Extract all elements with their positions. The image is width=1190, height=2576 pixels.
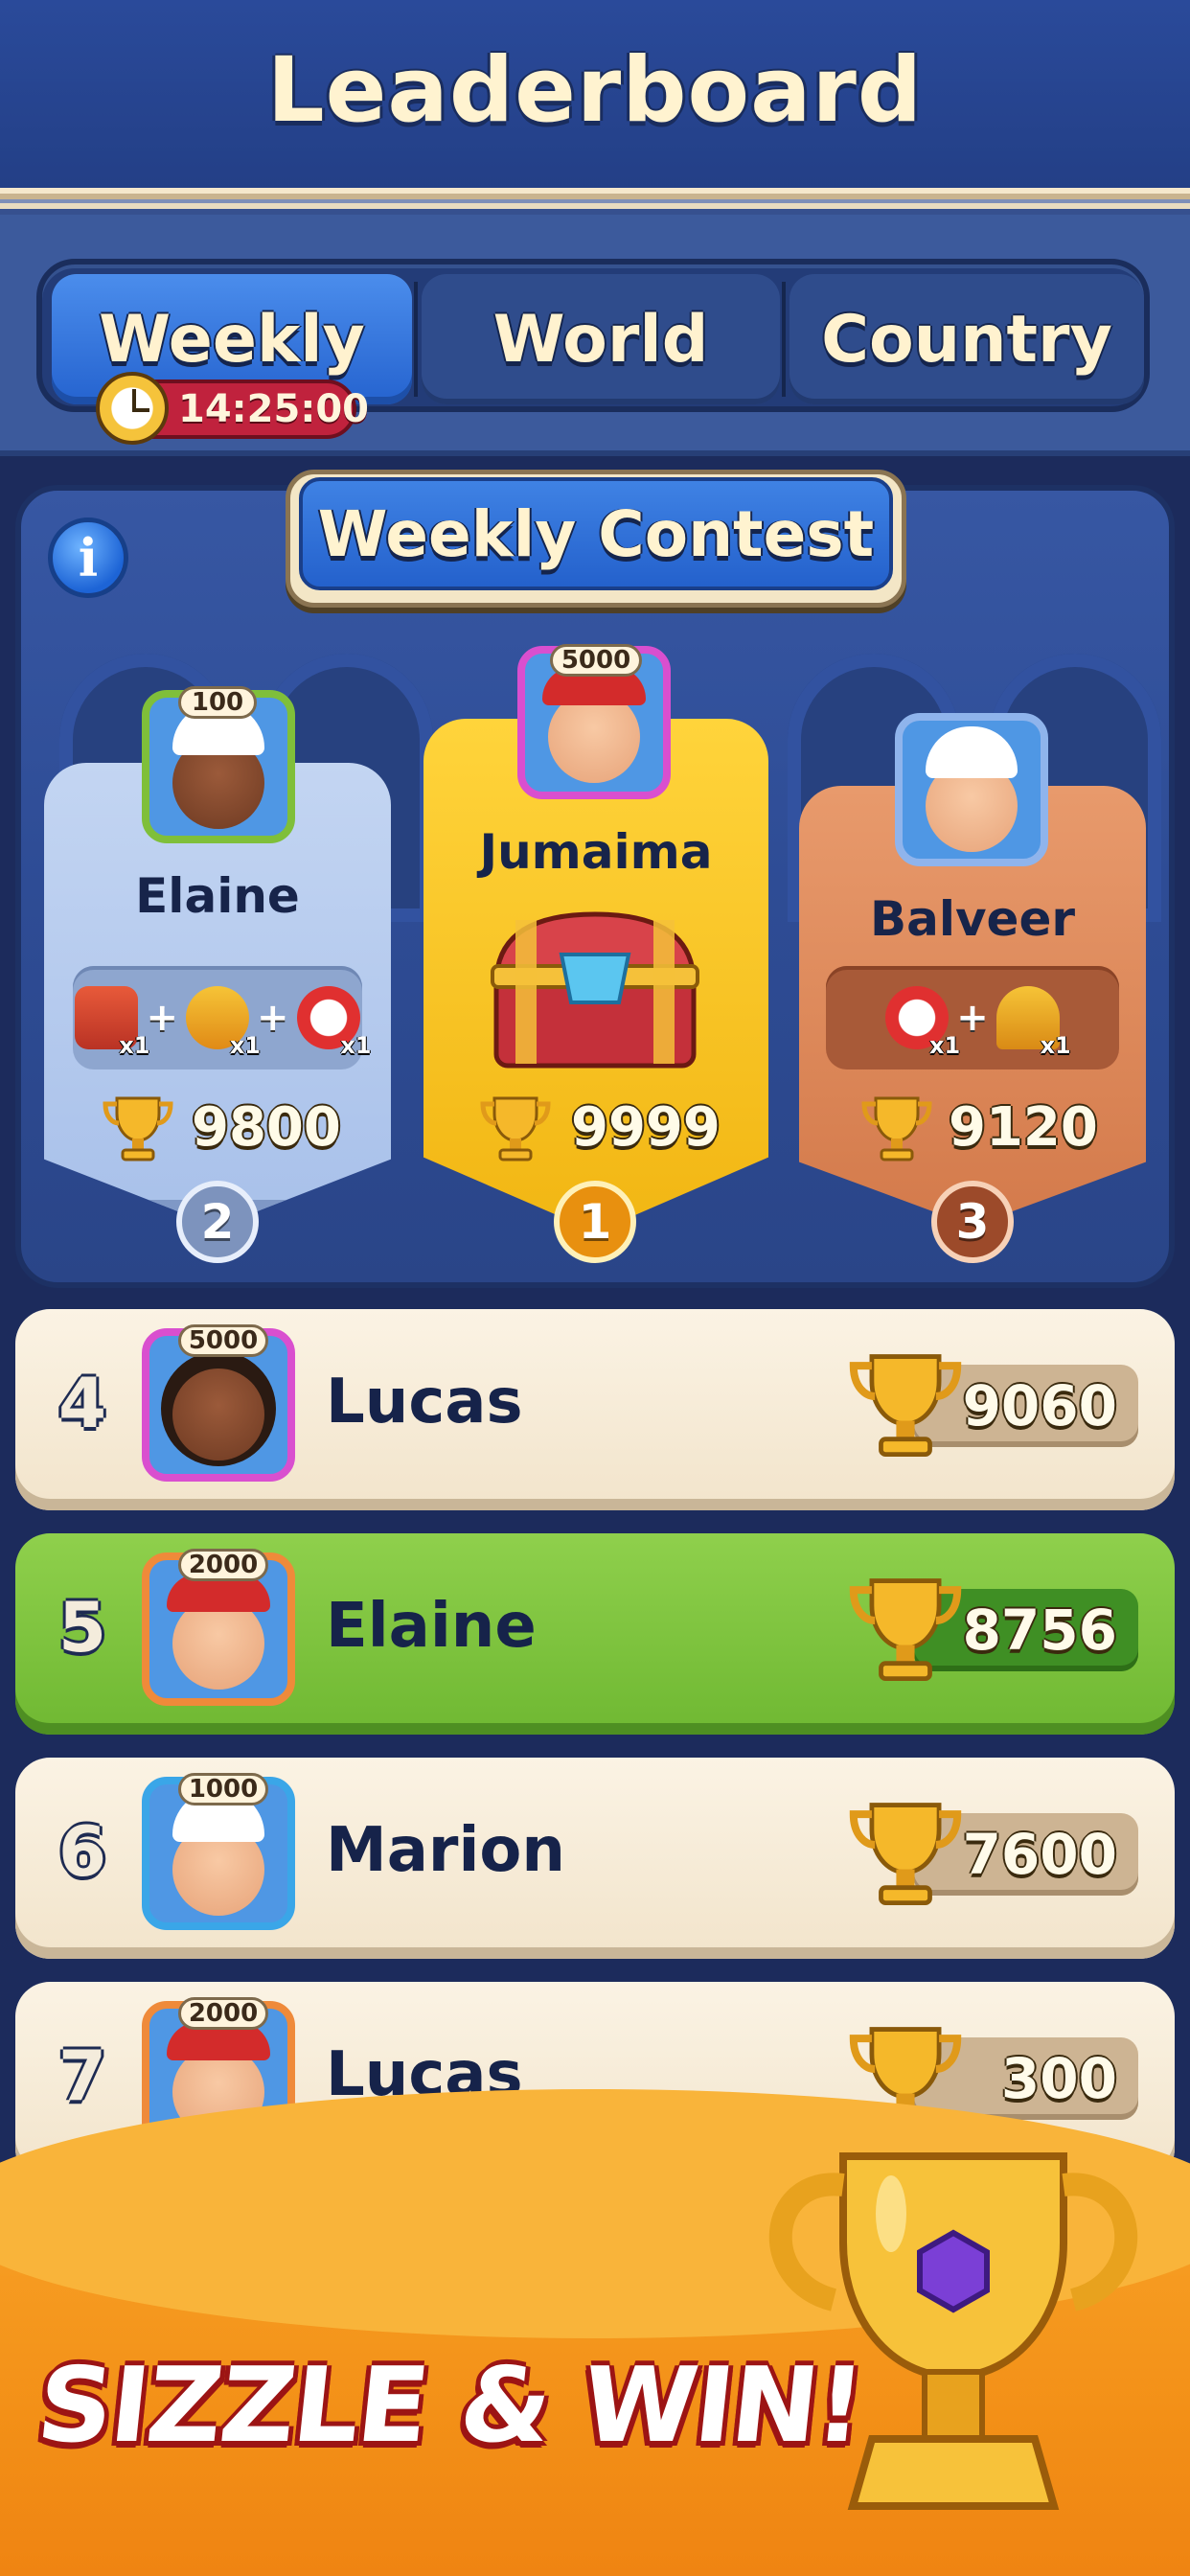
avatar-level-badge: 1000 bbox=[178, 1773, 268, 1806]
leaderboard-row[interactable]: 6 1000 Marion 7600 bbox=[15, 1758, 1175, 1959]
blowtorch-icon: x1 bbox=[186, 986, 261, 1059]
avatar-level-badge: 100 bbox=[178, 686, 257, 719]
podium-third-rewards: x1 + x1 bbox=[826, 966, 1119, 1070]
row-rank: 6 bbox=[57, 1811, 107, 1892]
trophy-icon bbox=[849, 1803, 962, 1906]
leaderboard-row-current-player[interactable]: 5 2000 Elaine 8756 bbox=[15, 1533, 1175, 1735]
row-rank: 4 bbox=[57, 1363, 107, 1443]
row-rank: 5 bbox=[57, 1587, 107, 1668]
trophy-icon bbox=[861, 1096, 932, 1162]
avatar-level-badge: 2000 bbox=[178, 1549, 268, 1581]
podium-third-score: 9120 bbox=[949, 1096, 1098, 1159]
trophy-icon bbox=[103, 1096, 173, 1162]
timer-icon: x1 bbox=[885, 986, 960, 1059]
avatar-face bbox=[172, 1368, 264, 1460]
contest-title: Weekly Contest bbox=[299, 477, 893, 590]
treasure-chest-icon bbox=[491, 911, 699, 1069]
podium-second-name: Elaine bbox=[135, 868, 300, 924]
row-player-name: Marion bbox=[326, 1815, 565, 1886]
timer-value: 14:25:00 bbox=[178, 387, 369, 431]
rank-badge-1: 1 bbox=[554, 1181, 636, 1263]
bell-icon: x1 bbox=[995, 986, 1071, 1059]
tab-world[interactable]: World bbox=[422, 274, 780, 404]
reward-quantity: x1 bbox=[929, 1032, 961, 1059]
stopwatch-icon bbox=[96, 372, 169, 445]
rank-badge-3: 3 bbox=[931, 1181, 1014, 1263]
plus-sign: + bbox=[257, 996, 289, 1040]
gold-trophy-icon bbox=[768, 2152, 1138, 2510]
reward-quantity: x1 bbox=[1040, 1032, 1071, 1059]
timer-icon: x1 bbox=[296, 986, 372, 1059]
reward-quantity: x1 bbox=[340, 1032, 372, 1059]
leaderboard-row[interactable]: 4 5000 Lucas 9060 bbox=[15, 1309, 1175, 1510]
avatar-level-badge: 5000 bbox=[550, 644, 642, 677]
page-title: Leaderboard bbox=[266, 38, 924, 143]
avatar-level-badge: 5000 bbox=[178, 1324, 268, 1357]
header-divider bbox=[0, 188, 1190, 215]
trophy-icon bbox=[849, 1578, 962, 1682]
podium-first-name: Jumaima bbox=[479, 824, 713, 880]
crate-icon: x1 bbox=[75, 986, 149, 1059]
row-player-name: Elaine bbox=[326, 1591, 537, 1662]
row-rank: 7 bbox=[57, 2036, 107, 2116]
podium-third-name: Balveer bbox=[869, 891, 1076, 947]
tab-country[interactable]: Country bbox=[790, 274, 1144, 404]
plus-sign: + bbox=[146, 996, 178, 1040]
rank-badge-2: 2 bbox=[176, 1181, 259, 1263]
podium-second-rewards: x1 + x1 + x1 bbox=[73, 966, 372, 1070]
row-player-name: Lucas bbox=[326, 1367, 523, 1438]
avatar[interactable] bbox=[895, 713, 1048, 866]
tab-separator bbox=[782, 282, 786, 397]
plus-sign: + bbox=[956, 996, 989, 1040]
chef-hat bbox=[926, 726, 1018, 778]
reward-quantity: x1 bbox=[119, 1032, 150, 1059]
trophy-icon bbox=[849, 1354, 962, 1458]
reward-quantity: x1 bbox=[229, 1032, 261, 1059]
trophy-icon bbox=[480, 1096, 551, 1162]
avatar-level-badge: 2000 bbox=[178, 1997, 268, 2030]
info-icon[interactable]: i bbox=[48, 518, 128, 598]
tab-separator bbox=[414, 282, 418, 397]
podium-first-score: 9999 bbox=[571, 1096, 721, 1159]
podium-second-score: 9800 bbox=[192, 1096, 341, 1159]
